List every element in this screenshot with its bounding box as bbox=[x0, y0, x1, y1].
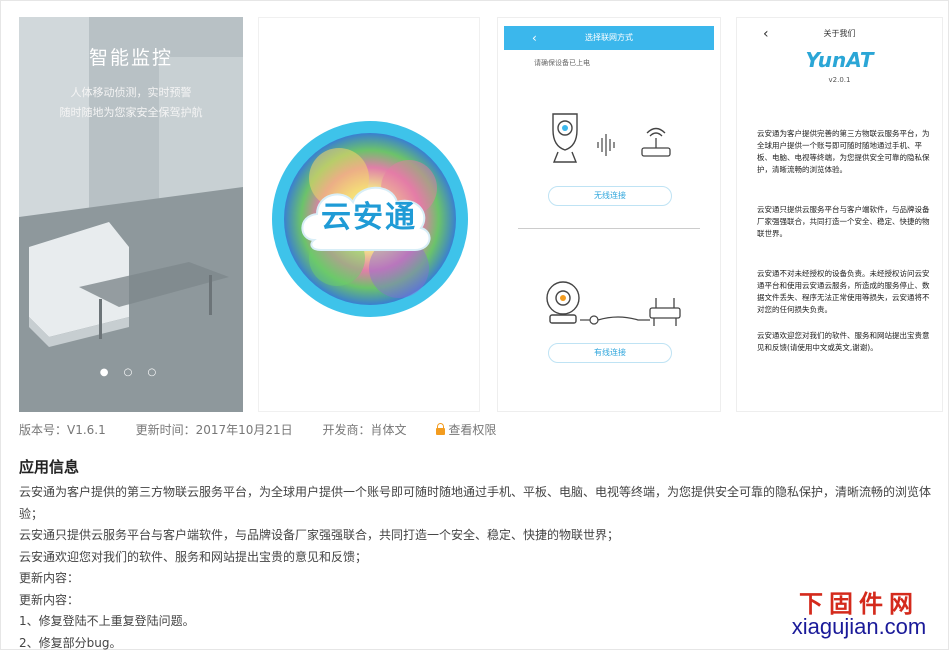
wired-camera-icon bbox=[547, 282, 579, 323]
logo-text: 云安通 bbox=[259, 192, 479, 236]
update-time: 更新时间：2017年10月21日 bbox=[136, 421, 293, 438]
router-icon bbox=[642, 129, 670, 157]
screenshot-thumbnail-3[interactable]: ‹ 选择联网方式 请确保设备已上电 bbox=[497, 17, 721, 412]
carousel-dots: ● ○ ○ bbox=[19, 367, 243, 378]
screenshot-thumbnail-1[interactable]: 智能监控 人体移动侦测，实时预警 随时随地为您家安全保驾护航 ● ○ ○ bbox=[19, 17, 243, 412]
app-info-line: 云安通欢迎您对我们的软件、服务和网站提出宝贵的意见和反馈； bbox=[19, 547, 937, 569]
wired-router-icon bbox=[650, 298, 680, 326]
watermark-url-text: xiagujian.com bbox=[774, 614, 944, 640]
view-permissions-link[interactable]: 查看权限 bbox=[436, 421, 496, 438]
version-label: v2.0.1 bbox=[737, 76, 942, 84]
app-meta-row: 版本号：V1.6.1 更新时间：2017年10月21日 开发商：肖体文 查看权限 bbox=[19, 421, 522, 438]
lock-icon bbox=[436, 428, 445, 435]
about-paragraph-4: 云安通欢迎您对我们的软件、服务和网站提出宝贵意见和反馈(请使用中文或英文,谢谢)… bbox=[757, 330, 935, 354]
feature-subtitle-line-2: 随时随地为您家安全保驾护航 bbox=[19, 103, 243, 123]
feature-title: 智能监控 bbox=[19, 43, 243, 70]
about-paragraph-1: 云安通为客户提供完善的第三方物联云服务平台，为全球用户提供一个账号即可随时随地通… bbox=[757, 128, 935, 176]
app-info-line: 云安通为客户提供的第三方物联云服务平台，为全球用户提供一个账号即可随时随地通过手… bbox=[19, 482, 937, 525]
feature-subtitle-line-1: 人体移动侦测，实时预警 bbox=[19, 83, 243, 103]
feature-subtitle: 人体移动侦测，实时预警 随时随地为您家安全保驾护航 bbox=[19, 83, 243, 123]
about-paragraph-3: 云安通不对未经授权的设备负责。未经授权访问云安通平台和使用云安通云服务，所造成的… bbox=[757, 268, 935, 316]
about-paragraph-2: 云安通只提供云服务平台与客户端软件，与品牌设备厂家强强联合，共同打造一个安全、稳… bbox=[757, 204, 935, 240]
about-title: 关于我们 bbox=[737, 28, 942, 39]
wireless-connect-button[interactable]: 无线连接 bbox=[548, 186, 672, 206]
cable-icon bbox=[580, 316, 650, 324]
screenshot-thumbnail-4[interactable]: ‹ 关于我们 YunAT v2.0.1 云安通为客户提供完善的第三方物联云服务平… bbox=[736, 17, 943, 412]
brand-logo: YunAT bbox=[737, 48, 942, 72]
wired-connect-button[interactable]: 有线连接 bbox=[548, 343, 672, 363]
living-room-photo bbox=[19, 17, 243, 412]
camera-icon bbox=[553, 114, 577, 162]
view-permissions-label: 查看权限 bbox=[448, 421, 496, 438]
app-info-heading: 应用信息 bbox=[19, 456, 79, 477]
app-info-line: 云安通只提供云服务平台与客户端软件，与品牌设备厂家强强联合，共同打造一个安全、稳… bbox=[19, 525, 937, 547]
developer-name: 开发商：肖体文 bbox=[323, 421, 407, 438]
wave-icon bbox=[598, 134, 614, 156]
site-watermark: 下固件网 xiagujian.com bbox=[774, 580, 944, 644]
version-number: 版本号：V1.6.1 bbox=[19, 421, 106, 438]
screenshot-thumbnail-2[interactable]: 云安通 bbox=[258, 17, 480, 412]
section-divider bbox=[518, 228, 700, 229]
